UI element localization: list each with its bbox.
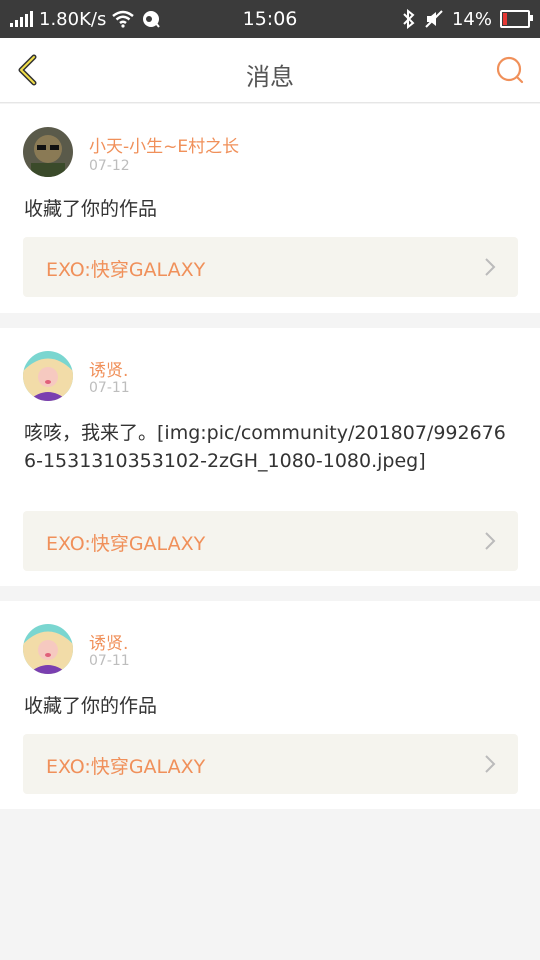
- chevron-right-icon: [485, 755, 496, 773]
- message-date: 07-12: [89, 158, 130, 174]
- message-content: 收藏了你的作品: [24, 198, 158, 220]
- work-title: EXO:快穿GALAXY: [46, 533, 206, 555]
- search-icon[interactable]: [494, 54, 526, 86]
- work-title: EXO:快穿GALAXY: [46, 259, 206, 281]
- chevron-right-icon: [485, 258, 496, 276]
- chevron-right-icon: [485, 532, 496, 550]
- work-link[interactable]: EXO:快穿GALAXY: [23, 511, 518, 571]
- avatar[interactable]: [23, 127, 73, 177]
- username[interactable]: 诱贤.: [89, 356, 128, 381]
- message-card: 诱贤. 07-11 收藏了你的作品 EXO:快穿GALAXY: [0, 601, 540, 809]
- mute-icon: [425, 10, 443, 28]
- work-link[interactable]: EXO:快穿GALAXY: [23, 237, 518, 297]
- battery-percent: 14%: [451, 8, 492, 30]
- username[interactable]: 诱贤.: [89, 629, 128, 654]
- work-title: EXO:快穿GALAXY: [46, 756, 206, 778]
- message-date: 07-11: [89, 653, 130, 669]
- bluetooth-icon: [403, 9, 415, 29]
- status-bar: 1.80K/s 15:06 14%: [0, 0, 540, 38]
- work-link[interactable]: EXO:快穿GALAXY: [23, 734, 518, 794]
- message-content: 收藏了你的作品: [24, 695, 158, 717]
- message-date: 07-11: [89, 380, 130, 396]
- avatar[interactable]: [23, 624, 73, 674]
- battery-icon: [500, 10, 533, 28]
- avatar[interactable]: [23, 351, 73, 401]
- message-content: 咳咳，我来了。[img:pic/community/201807/9926766…: [24, 422, 506, 472]
- message-card: 诱贤. 07-11 咳咳，我来了。[img:pic/community/2018…: [0, 328, 540, 586]
- message-card: 小天-小生~E村之长 07-12 收藏了你的作品 EXO:快穿GALAXY: [0, 104, 540, 313]
- page-title: 消息: [246, 63, 294, 91]
- username[interactable]: 小天-小生~E村之长: [89, 132, 239, 157]
- app-header: 消息: [0, 38, 540, 103]
